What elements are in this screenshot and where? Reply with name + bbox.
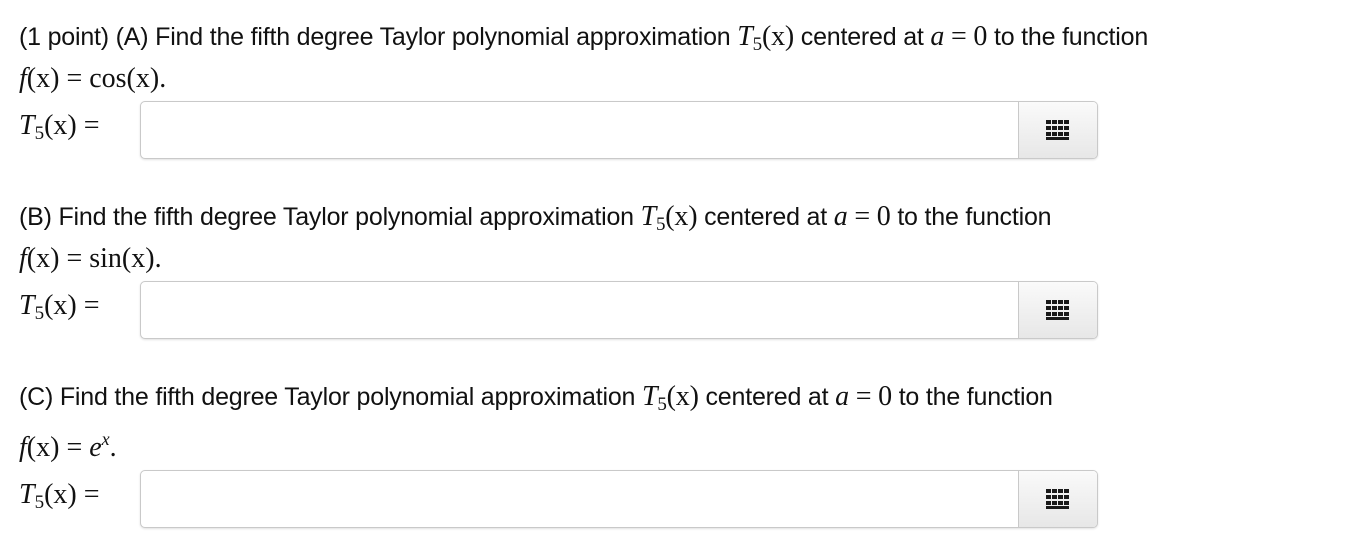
f-symbol: f xyxy=(19,63,27,94)
subscript-5: 5 xyxy=(657,394,667,415)
equation-editor-button[interactable] xyxy=(1018,282,1097,338)
period: . xyxy=(154,243,162,274)
period: . xyxy=(159,63,167,94)
keypad-grid-icon xyxy=(1046,300,1069,320)
t-symbol: T xyxy=(640,201,657,232)
centered-at-text: centered at xyxy=(705,383,829,411)
problem-b-prompt: (B) Find the fifth degree Taylor polynom… xyxy=(19,200,1359,242)
equation-editor-button[interactable] xyxy=(1018,471,1097,527)
x-argument: (x) xyxy=(44,479,77,510)
answer-box xyxy=(140,101,1098,159)
answer-input-a[interactable] xyxy=(141,102,1017,158)
t-symbol: T xyxy=(737,21,753,52)
a-symbol: a xyxy=(835,381,849,412)
equals-zero: = 0 xyxy=(848,381,892,412)
answer-label: T5(x) = xyxy=(19,109,100,151)
function-expression: sin(x) xyxy=(89,243,155,274)
t-symbol: T xyxy=(19,290,35,321)
centered-at-text: centered at xyxy=(800,23,924,51)
equals-zero: = 0 xyxy=(847,201,891,232)
f-symbol: f xyxy=(19,432,27,463)
x-argument: (x) xyxy=(665,201,698,232)
function-exponent: x xyxy=(101,429,110,449)
problem-c-function: f(x) = ex. xyxy=(19,422,1359,469)
subscript-5: 5 xyxy=(655,214,666,235)
keypad-grid-icon xyxy=(1046,489,1069,509)
t-symbol: T xyxy=(19,479,35,510)
answer-box xyxy=(140,470,1098,528)
x-argument: (x) xyxy=(26,432,60,463)
subscript-5: 5 xyxy=(34,303,45,324)
x-argument: (x) xyxy=(44,110,77,141)
problem-c-prompt: (C) Find the fifth degree Taylor polynom… xyxy=(19,380,1359,422)
equals-sign: = xyxy=(59,432,90,463)
problem-a-function: f(x) = cos(x). xyxy=(19,62,1359,100)
to-the-function-text: to the function xyxy=(897,203,1052,231)
equals-sign: = xyxy=(76,290,100,321)
equation-editor-button[interactable] xyxy=(1018,102,1097,158)
keypad-grid-icon xyxy=(1046,120,1069,140)
problem-a-answer-row: T5(x) = xyxy=(19,101,1359,161)
x-argument: (x) xyxy=(26,63,60,94)
problem-c-intro: (C) Find the fifth degree Taylor polynom… xyxy=(19,383,636,411)
subscript-5: 5 xyxy=(34,123,45,144)
problem-c: (C) Find the fifth degree Taylor polynom… xyxy=(19,380,1359,530)
centered-at-text: centered at xyxy=(704,203,827,231)
period: . xyxy=(109,432,117,463)
answer-label: T5(x) = xyxy=(19,289,100,331)
subscript-5: 5 xyxy=(34,492,45,513)
equals-zero: = 0 xyxy=(944,21,988,52)
problem-b-intro: (B) Find the fifth degree Taylor polynom… xyxy=(19,203,634,231)
x-argument: (x) xyxy=(761,21,795,52)
equals-sign: = xyxy=(59,63,90,94)
function-base-e: e xyxy=(89,432,102,463)
equals-sign: = xyxy=(76,110,100,141)
a-symbol: a xyxy=(930,21,945,52)
answer-box xyxy=(140,281,1098,339)
t-symbol: T xyxy=(641,381,658,412)
to-the-function-text: to the function xyxy=(993,23,1149,51)
x-argument: (x) xyxy=(666,381,699,412)
problem-a-prompt: (1 point) (A) Find the fifth degree Tayl… xyxy=(19,20,1359,62)
x-argument: (x) xyxy=(44,290,77,321)
answer-input-b[interactable] xyxy=(141,282,1017,338)
function-expression: cos(x) xyxy=(89,63,160,94)
problem-b: (B) Find the fifth degree Taylor polynom… xyxy=(19,200,1359,341)
problem-a-intro: (1 point) (A) Find the fifth degree Tayl… xyxy=(19,23,731,51)
subscript-5: 5 xyxy=(752,34,763,55)
answer-input-c[interactable] xyxy=(141,471,1017,527)
answer-label: T5(x) = xyxy=(19,478,100,520)
to-the-function-text: to the function xyxy=(898,383,1053,411)
equals-sign: = xyxy=(59,243,90,274)
x-argument: (x) xyxy=(26,243,60,274)
a-symbol: a xyxy=(833,201,848,232)
problem-b-function: f(x) = sin(x). xyxy=(19,242,1359,280)
problem-c-answer-row: T5(x) = xyxy=(19,470,1359,530)
t-symbol: T xyxy=(19,110,35,141)
problem-a: (1 point) (A) Find the fifth degree Tayl… xyxy=(19,20,1359,161)
problem-b-answer-row: T5(x) = xyxy=(19,281,1359,341)
equals-sign: = xyxy=(76,479,100,510)
f-symbol: f xyxy=(19,243,27,274)
